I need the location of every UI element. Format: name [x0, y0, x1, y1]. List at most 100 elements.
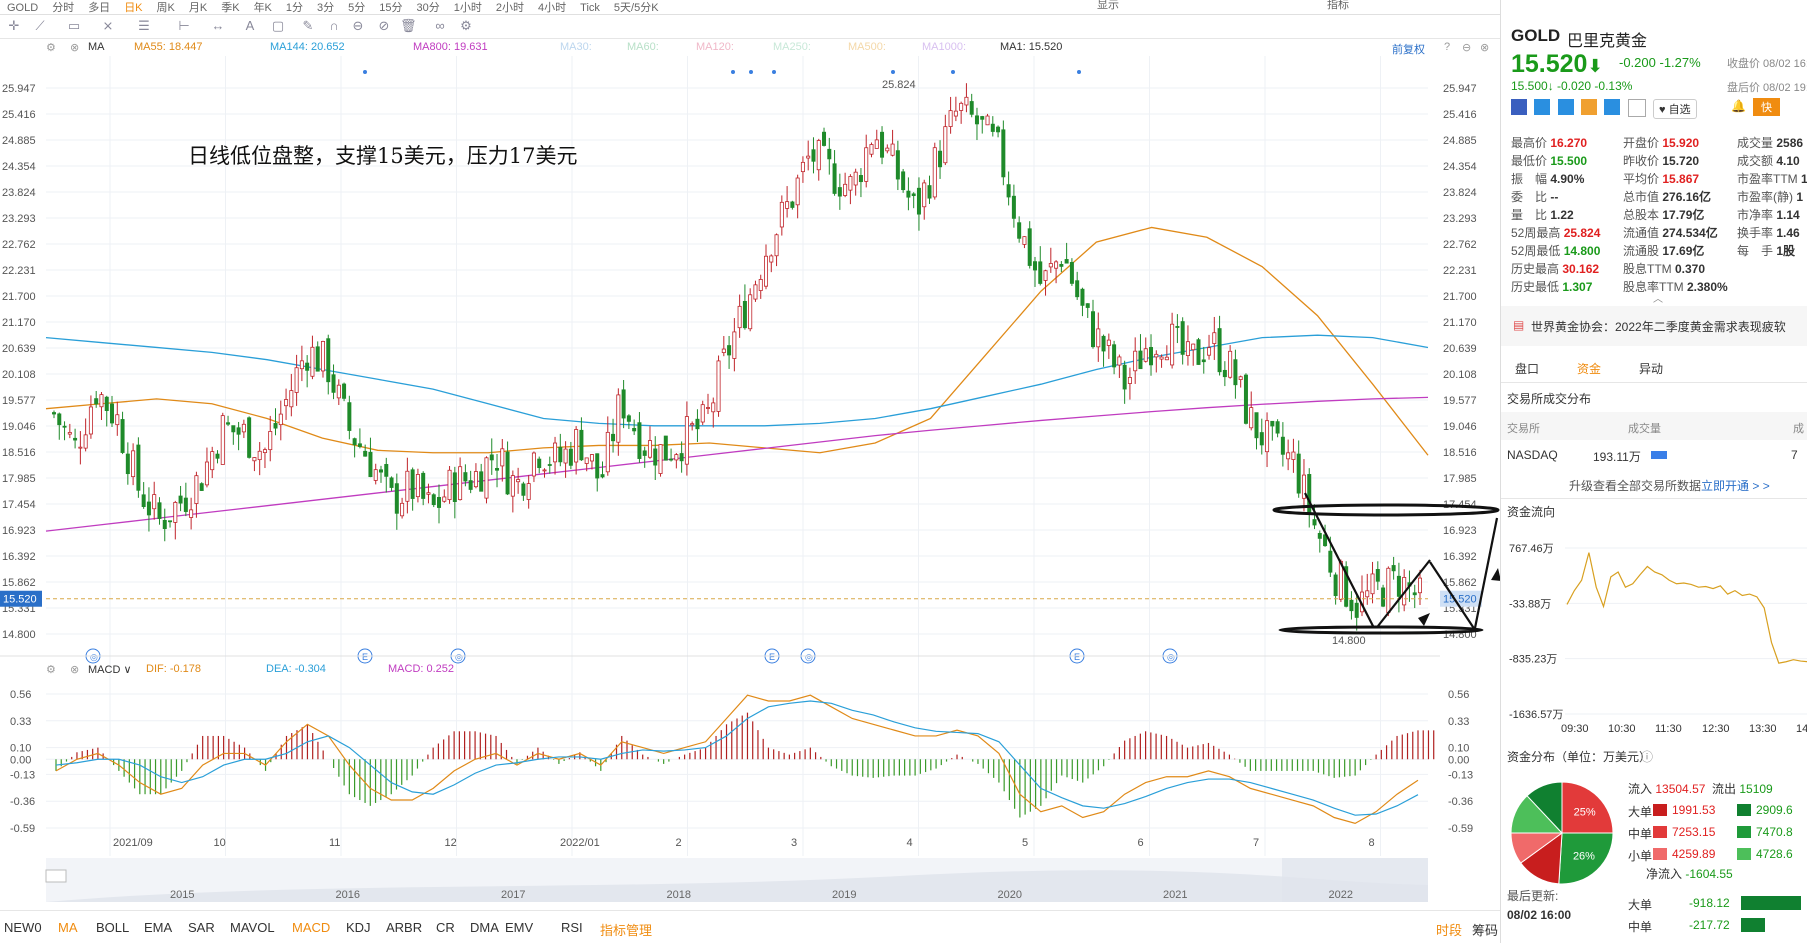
ma-legend-item[interactable]: MA250:	[773, 41, 811, 53]
arrow-icon[interactable]: ↔	[210, 18, 226, 34]
period-tab[interactable]: 1分	[286, 3, 303, 14]
stat-label: 市净率	[1737, 208, 1777, 222]
text-icon[interactable]: A	[242, 18, 258, 34]
restore-toggle[interactable]: 前复权	[1392, 41, 1425, 57]
indicator-tab[interactable]: EMV	[505, 920, 533, 935]
close-icon[interactable]: ⊗	[70, 41, 79, 54]
candle-body	[236, 427, 241, 435]
tag-icon[interactable]	[1534, 99, 1551, 115]
period-tab[interactable]: 30分	[417, 3, 440, 14]
macd-title[interactable]: MACD ∨	[88, 663, 132, 676]
help-icon[interactable]: ⓘ	[1641, 748, 1653, 765]
measure-icon[interactable]: ⊢	[176, 18, 192, 34]
indicator-tab[interactable]: RSI	[561, 920, 583, 935]
flow-x-tick: 10:30	[1608, 723, 1636, 735]
top-menu-item[interactable]: 指标	[1327, 0, 1349, 11]
remove-icon[interactable]: ⊗	[1480, 41, 1489, 54]
bell-icon[interactable]: 🔔	[1731, 99, 1746, 113]
sub-tab[interactable]: 异动	[1639, 360, 1663, 377]
upgrade-link[interactable]: 立即开通 > >	[1701, 479, 1770, 493]
period-tab[interactable]: 月K	[189, 3, 207, 14]
expand-icon[interactable]: ︿	[1653, 290, 1663, 305]
period-tab[interactable]: 3分	[317, 3, 334, 14]
indicator-tab[interactable]: DMA	[470, 920, 499, 935]
indicator-tab[interactable]: BOLL	[96, 920, 129, 935]
period-tab[interactable]: 4小时	[538, 3, 566, 14]
indicator-tab[interactable]: MA	[58, 920, 78, 935]
period-tab[interactable]: 2小时	[496, 3, 524, 14]
period-tab[interactable]: 年K	[254, 3, 272, 14]
indicator-tab[interactable]: EMA	[144, 920, 172, 935]
ma-legend-item[interactable]: MA144: 20.652	[270, 41, 345, 53]
watchlist-button[interactable]: ♥ 自选	[1653, 99, 1697, 119]
period-tab[interactable]: 1小时	[454, 3, 482, 14]
period-tab[interactable]: 日K	[124, 3, 142, 14]
period-tab[interactable]: 5分	[348, 3, 365, 14]
period-tab[interactable]: GOLD	[7, 3, 38, 14]
ma-legend-item[interactable]: MA120:	[696, 41, 734, 53]
note-icon[interactable]: ▢	[270, 18, 286, 34]
indicator-tab[interactable]: SAR	[188, 920, 215, 935]
ma-legend-item[interactable]: MA800: 19.631	[413, 41, 488, 53]
ma-legend-item[interactable]: MA1: 15.520	[1000, 41, 1062, 53]
link-icon[interactable]: ∞	[432, 18, 448, 34]
stat-value: 1.46	[1776, 226, 1800, 240]
period-tab[interactable]: Tick	[580, 3, 600, 14]
ma-legend-item[interactable]: MA1000:	[922, 41, 966, 53]
ma-legend-item[interactable]: MA500:	[848, 41, 886, 53]
ma-legend-item[interactable]: MA30:	[560, 41, 592, 53]
settings-icon[interactable]: ⚙	[458, 18, 474, 34]
period-tab[interactable]: 15分	[379, 3, 402, 14]
flag-icon[interactable]	[1511, 99, 1527, 115]
channel-icon[interactable]: ☰	[136, 18, 152, 34]
stat-item: 52周最高 25.824	[1511, 224, 1600, 241]
indicator-tab[interactable]: MAVOL	[230, 920, 275, 935]
indicator-tab[interactable]: ARBR	[386, 920, 422, 935]
close-icon[interactable]: ⊗	[70, 663, 79, 676]
period-tab[interactable]: 分时	[52, 3, 74, 14]
chart-icon[interactable]	[1581, 99, 1598, 115]
sub-tab[interactable]: 盘口	[1515, 360, 1539, 377]
price-chart[interactable]: 25.947 25.947 25.416 25.416 24.885 24.885 24.3…	[0, 56, 1500, 910]
settings-icon[interactable]: ⚙	[46, 663, 56, 676]
indicator-tab[interactable]: 指标管理	[600, 920, 652, 939]
period-tab[interactable]: 周K	[157, 3, 175, 14]
dollar-icon[interactable]	[1557, 99, 1574, 115]
period-tab[interactable]: 季K	[221, 3, 239, 14]
candle-body	[674, 454, 679, 461]
stat-item: 换手率 1.46	[1737, 224, 1800, 241]
indicator-tab[interactable]: CR	[436, 920, 455, 935]
trend-line-icon[interactable]: ⟋	[32, 18, 48, 34]
stat-label: 52周最高	[1511, 226, 1564, 240]
indicator-tab[interactable]: NEW0	[4, 920, 42, 935]
pen-icon[interactable]: ✎	[300, 18, 316, 34]
settings-icon[interactable]: ⚙	[46, 41, 56, 54]
help-icon[interactable]: ?	[1444, 41, 1450, 53]
magnet-icon[interactable]: ∩	[326, 18, 342, 34]
indicator-tab[interactable]: KDJ	[346, 920, 371, 935]
fib-icon[interactable]: ⨯	[100, 18, 116, 34]
ma-legend-item[interactable]: MA	[88, 41, 105, 53]
y-tick-left: 19.577	[2, 395, 36, 407]
sub-tab[interactable]: 资金	[1577, 360, 1601, 377]
bottom-right-tab[interactable]: 时段	[1436, 920, 1462, 939]
indicator-tab[interactable]: MACD	[292, 920, 330, 935]
doc-icon[interactable]	[1627, 99, 1646, 117]
link-icon[interactable]	[1604, 99, 1621, 115]
lock-icon[interactable]: ⊖	[350, 18, 366, 34]
news-bar[interactable]: ▤ 世界黄金协会：2022年二季度黄金需求表现疲软	[1501, 306, 1807, 346]
quick-trade-button[interactable]: 快	[1753, 98, 1780, 116]
period-tab[interactable]: 5天/5分K	[614, 3, 659, 14]
period-tab[interactable]: 多日	[88, 3, 110, 14]
hide-icon[interactable]: ⊘	[376, 18, 392, 34]
candle-body	[1185, 341, 1190, 357]
ma-legend-item[interactable]: MA55: 18.447	[134, 41, 203, 53]
top-menu-item[interactable]: 显示	[1097, 0, 1119, 11]
ma-legend-item[interactable]: MA60:	[627, 41, 659, 53]
rectangle-icon[interactable]: ▭	[66, 18, 82, 34]
candle-body	[1296, 453, 1301, 494]
trash-icon[interactable]: 🗑	[400, 18, 417, 34]
minimize-icon[interactable]: ⊖	[1462, 41, 1471, 54]
crosshair-icon[interactable]: ✛	[6, 18, 22, 34]
bottom-right-tab[interactable]: 筹码	[1472, 920, 1498, 939]
